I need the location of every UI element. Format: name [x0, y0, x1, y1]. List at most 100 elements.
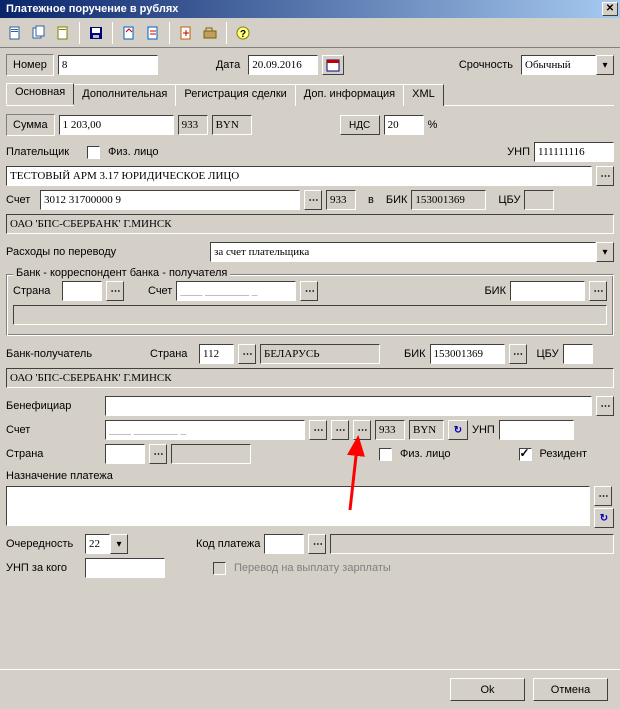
beneficiary-lookup[interactable]: ⋯ — [596, 396, 614, 416]
benef-country-lookup[interactable]: ⋯ — [149, 444, 167, 464]
help-icon[interactable]: ? — [232, 22, 254, 44]
toolbar-separator — [112, 22, 113, 44]
payer-name-lookup[interactable]: ⋯ — [596, 166, 614, 186]
number-input[interactable] — [58, 55, 158, 75]
tab-deal-registration[interactable]: Регистрация сделки — [175, 84, 295, 106]
ok-button[interactable]: Ok — [450, 678, 525, 701]
tab-additional[interactable]: Дополнительная — [73, 84, 176, 106]
payer-account-lookup[interactable]: ⋯ — [304, 190, 322, 210]
recv-bik-lookup[interactable]: ⋯ — [509, 344, 527, 364]
benef-refresh-button[interactable]: ↻ — [448, 420, 468, 440]
titlebar: Платежное поручение в рублях ✕ — [0, 0, 620, 18]
benef-account-lookup2[interactable]: ⋯ — [331, 420, 349, 440]
payer-unp-label: УНП — [507, 146, 530, 158]
date-input[interactable] — [248, 55, 318, 75]
recv-cbu-input[interactable] — [563, 344, 593, 364]
benef-resident-checkbox[interactable] — [519, 448, 532, 461]
window-title: Платежное поручение в рублях — [2, 3, 178, 15]
transfer-costs-label: Расходы по переводу — [6, 246, 206, 258]
urgency-label: Срочность — [459, 59, 513, 71]
urgency-select[interactable] — [521, 55, 596, 75]
benef-country-label: Страна — [6, 448, 101, 460]
recv-bik-input[interactable] — [430, 344, 505, 364]
action4-icon[interactable] — [199, 22, 221, 44]
purpose-textarea[interactable] — [6, 486, 590, 526]
transfer-costs-select[interactable] — [210, 242, 596, 262]
corr-bik-lookup[interactable]: ⋯ — [589, 281, 607, 301]
benef-account-input[interactable] — [105, 420, 305, 440]
recv-country-lookup[interactable]: ⋯ — [238, 344, 256, 364]
unp-for-label: УНП за кого — [6, 562, 81, 574]
payment-code-input[interactable] — [264, 534, 304, 554]
payment-code-label: Код платежа — [196, 538, 260, 550]
footer: Ok Отмена — [0, 669, 620, 709]
recv-country-label: Страна — [150, 348, 195, 360]
benef-account-label: Счет — [6, 424, 101, 436]
payer-fiz-checkbox[interactable] — [87, 146, 100, 159]
recv-country-name: БЕЛАРУСЬ — [260, 344, 380, 364]
benef-code: 933 — [375, 420, 405, 440]
tabs: Основная Дополнительная Регистрация сдел… — [6, 84, 614, 106]
beneficiary-name-input[interactable] — [105, 396, 592, 416]
corr-bik-input[interactable] — [510, 281, 585, 301]
payment-code-lookup[interactable]: ⋯ — [308, 534, 326, 554]
corr-bik-label: БИК — [484, 285, 506, 297]
calendar-button[interactable] — [322, 55, 344, 75]
copy-document-icon[interactable] — [28, 22, 50, 44]
transfer-costs-dropdown[interactable]: ▾ — [596, 242, 614, 262]
purpose-lookup[interactable]: ⋯ — [594, 486, 612, 506]
v-label: в — [368, 194, 374, 206]
payer-fiz-label: Физ. лицо — [108, 146, 159, 158]
sum-amount-input[interactable] — [59, 115, 174, 135]
sum-label: Сумма — [13, 119, 48, 131]
recv-bank-name: ОАО 'БПС-СБЕРБАНК' Г.МИНСК — [6, 368, 614, 388]
payer-name-input[interactable] — [6, 166, 592, 186]
corr-account-lookup[interactable]: ⋯ — [300, 281, 318, 301]
payer-account-code: 933 — [326, 190, 356, 210]
purpose-refresh-button[interactable]: ↻ — [594, 508, 614, 528]
corr-account-input[interactable] — [176, 281, 296, 301]
toolbar: ? — [0, 18, 620, 48]
urgency-dropdown-button[interactable]: ▾ — [596, 55, 614, 75]
tab-extra-info[interactable]: Доп. информация — [295, 84, 404, 106]
recv-cbu-label: ЦБУ — [537, 348, 559, 360]
cancel-button[interactable]: Отмена — [533, 678, 608, 701]
payment-code-name — [330, 534, 614, 554]
recv-bik-label: БИК — [404, 348, 426, 360]
recv-bank-label: Банк-получатель — [6, 348, 106, 360]
benef-resident-label: Резидент — [540, 448, 588, 460]
benef-unp-label: УНП — [472, 424, 495, 436]
benef-account-lookup1[interactable]: ⋯ — [309, 420, 327, 440]
close-button[interactable]: ✕ — [602, 2, 618, 16]
vat-input[interactable] — [384, 115, 424, 135]
benef-fiz-label: Физ. лицо — [400, 448, 451, 460]
priority-dropdown[interactable]: ▾ — [110, 534, 128, 554]
sum-currency: BYN — [212, 115, 252, 135]
tab-main[interactable]: Основная — [6, 83, 74, 105]
action1-icon[interactable] — [118, 22, 140, 44]
vat-button[interactable]: НДС — [340, 115, 380, 135]
benef-country-input[interactable] — [105, 444, 145, 464]
new-document-icon[interactable] — [4, 22, 26, 44]
unp-for-input[interactable] — [85, 558, 165, 578]
benef-unp-input[interactable] — [499, 420, 574, 440]
toolbar-separator — [226, 22, 227, 44]
benef-fiz-checkbox[interactable] — [379, 448, 392, 461]
corr-country-label: Страна — [13, 285, 58, 297]
payer-label: Плательщик — [6, 146, 69, 158]
payer-unp-input[interactable] — [534, 142, 614, 162]
corr-country-input[interactable] — [62, 281, 102, 301]
payer-account-label: Счет — [6, 194, 36, 206]
benef-account-lookup3[interactable]: ⋯ — [353, 420, 371, 440]
document-icon[interactable] — [52, 22, 74, 44]
recv-country-code-input[interactable] — [199, 344, 234, 364]
action3-icon[interactable] — [175, 22, 197, 44]
save-icon[interactable] — [85, 22, 107, 44]
payer-account-input[interactable] — [40, 190, 300, 210]
tab-xml[interactable]: XML — [403, 84, 444, 106]
salary-checkbox — [213, 562, 226, 575]
action2-icon[interactable] — [142, 22, 164, 44]
priority-input[interactable] — [85, 534, 110, 554]
corr-country-lookup[interactable]: ⋯ — [106, 281, 124, 301]
payer-bank-name: ОАО 'БПС-СБЕРБАНК' Г.МИНСК — [6, 214, 614, 234]
